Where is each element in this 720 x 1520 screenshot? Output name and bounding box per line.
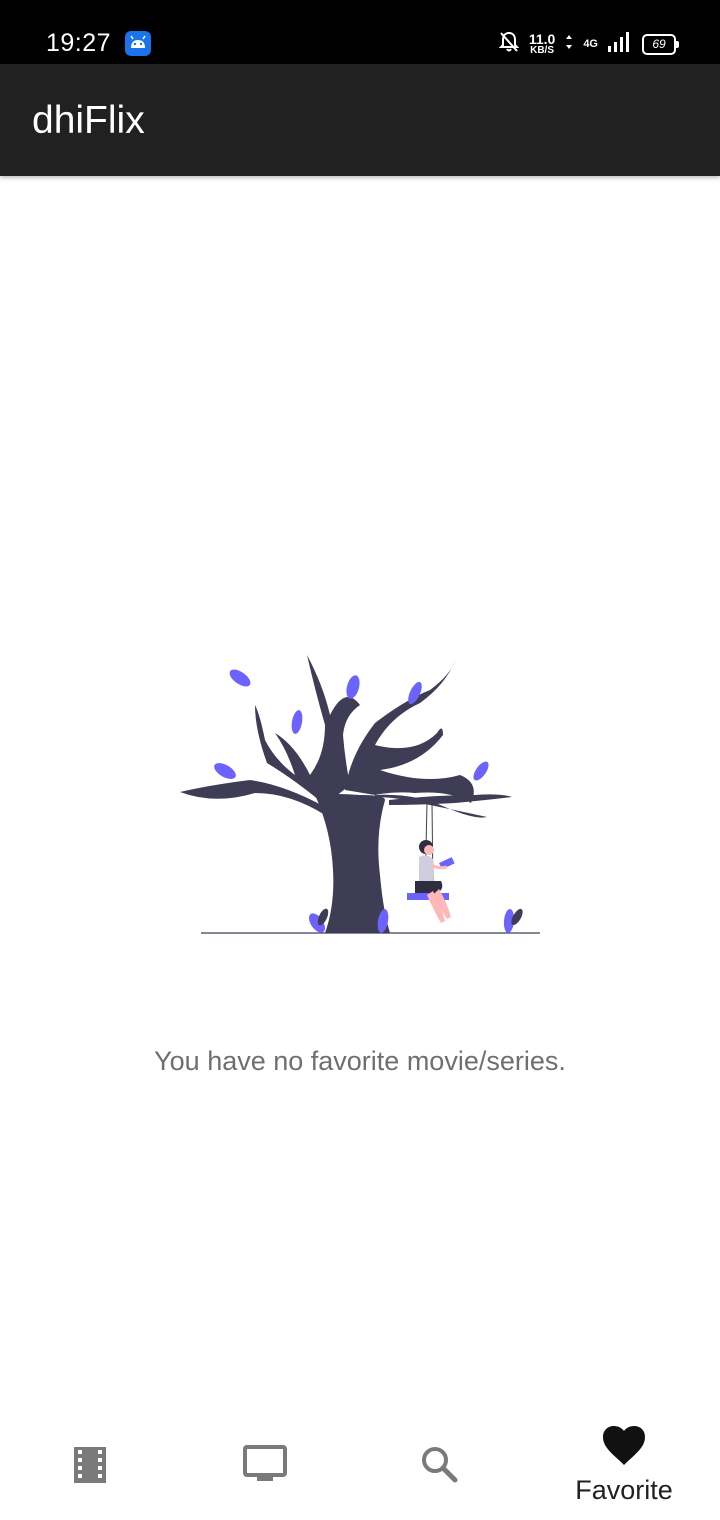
status-icons: 11.0 KB/S 4G 69 (498, 28, 679, 60)
nav-item-search[interactable] (350, 1410, 530, 1520)
tree-swing-illustration (175, 645, 545, 940)
film-icon (68, 1443, 112, 1487)
bottom-navigation: Favorite (0, 1410, 720, 1520)
android-app-icon (125, 31, 151, 56)
nav-item-favorite[interactable]: Favorite (534, 1410, 714, 1520)
net-speed-unit: KB/S (530, 45, 555, 56)
app-title: dhiFlix (32, 99, 145, 142)
signal-icon (608, 31, 632, 57)
screen: 19:27 11.0 KB/S 4G 69 dhiFlix You have n… (0, 0, 720, 1520)
net-speed-value: 11.0 (528, 31, 556, 47)
network-type: 4G (583, 38, 598, 50)
battery-level: 69 (652, 36, 666, 51)
status-time: 19:27 (46, 29, 112, 57)
status-bar: 19:27 11.0 KB/S 4G 69 (0, 0, 720, 64)
empty-message: You have no favorite movie/series. (154, 1046, 566, 1076)
nav-item-tv[interactable] (174, 1410, 354, 1520)
data-arrows-icon (565, 34, 573, 55)
nav-item-movies[interactable] (0, 1410, 180, 1520)
battery-icon: 69 (642, 33, 679, 55)
heart-icon (602, 1425, 646, 1469)
bell-off-icon (498, 31, 520, 58)
app-bar: dhiFlix (0, 64, 720, 176)
tv-icon (242, 1443, 287, 1487)
nav-label-favorite: Favorite (575, 1475, 673, 1505)
net-speed: 11.0 KB/S (529, 32, 555, 56)
search-icon (418, 1443, 462, 1487)
